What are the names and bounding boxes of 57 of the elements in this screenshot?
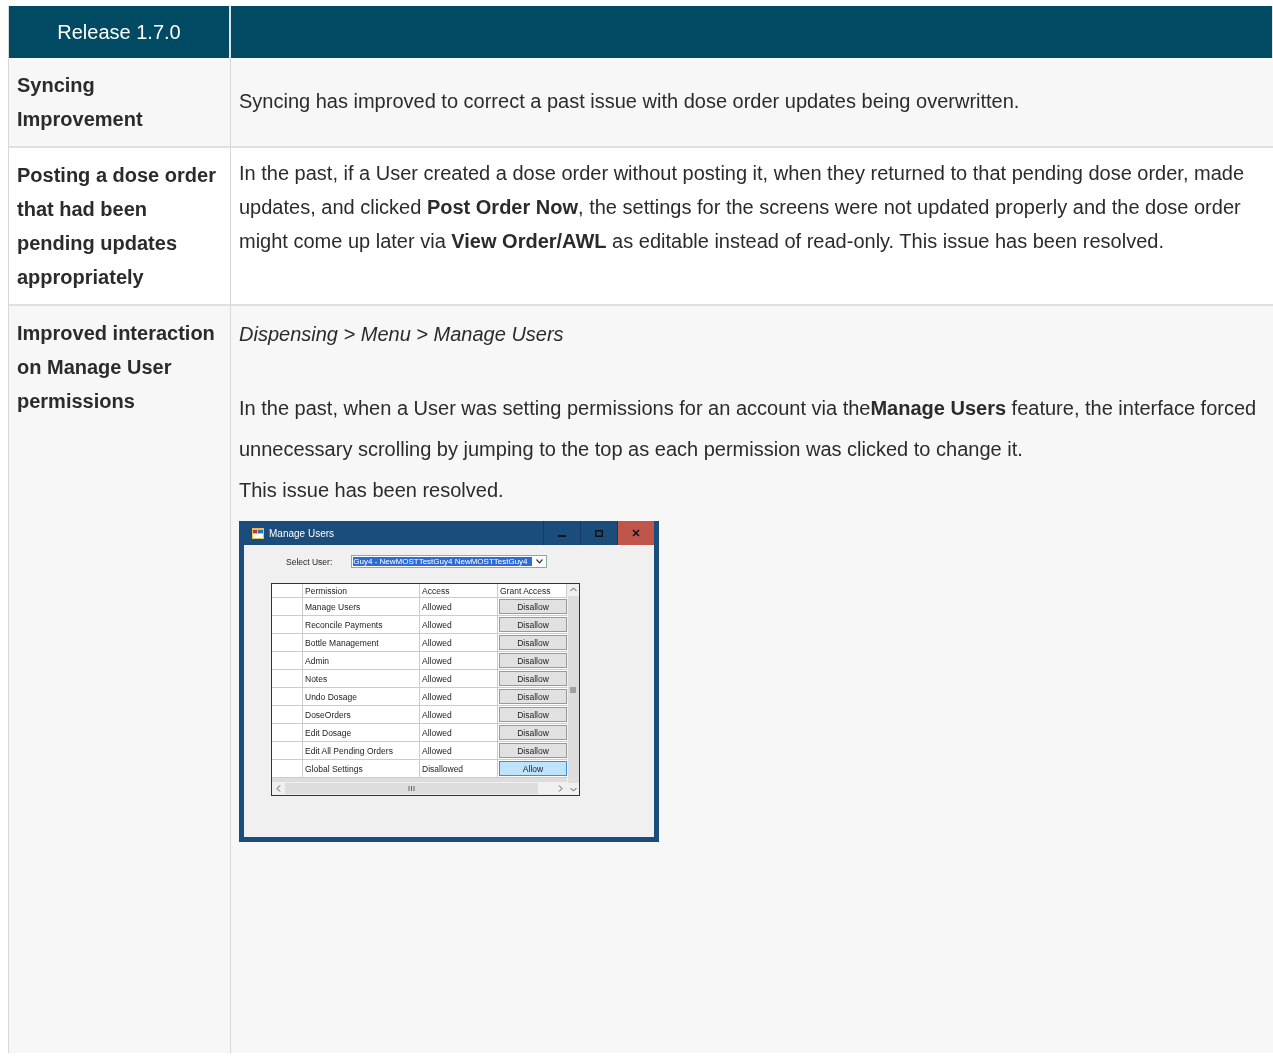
grant-button[interactable]: Disallow xyxy=(499,617,567,632)
column-header: Permission xyxy=(303,584,420,597)
access-value: Allowed xyxy=(420,688,498,705)
grip-icon xyxy=(408,786,415,791)
access-value: Allowed xyxy=(420,652,498,669)
grant-button[interactable]: Disallow xyxy=(499,635,567,650)
scroll-up-icon xyxy=(569,587,577,592)
access-value: Disallowed xyxy=(420,760,498,777)
access-value: Allowed xyxy=(420,742,498,759)
access-value: Allowed xyxy=(420,634,498,651)
release-title: Release 1.7.0 xyxy=(57,20,181,44)
feature-name: Improved interaction on Manage User permissions xyxy=(17,321,216,414)
scroll-right-icon xyxy=(558,785,563,792)
vertical-scrollbar[interactable] xyxy=(567,584,579,795)
feature-name: Posting a dose order that had been pending updates appropriately xyxy=(17,163,217,290)
user-dropdown[interactable]: Guy4 - NewMOSTTestGuy4 NewMOSTTestGuy4 xyxy=(351,555,548,568)
select-user-label: Select User: xyxy=(286,556,333,567)
grant-button[interactable]: Disallow xyxy=(499,743,567,758)
grip-icon xyxy=(570,686,576,693)
access-value: Allowed xyxy=(420,598,498,615)
scroll-down-icon xyxy=(569,787,577,792)
horizontal-scrollbar[interactable] xyxy=(272,782,567,795)
permission-name: Undo Dosage xyxy=(303,688,420,705)
description-text: In the past, if a User created a dose order without posting it, when they returned to that pending dose order, made updates, and clicked Post Order Now, the settings for the screens were not updated properly and the dose order might come up later via View Order/AWL as editable instead of read-only. This issue has been resolved. xyxy=(239,161,1246,254)
column-header: Access xyxy=(420,584,498,597)
grant-button[interactable]: Disallow xyxy=(499,653,567,668)
description-text: In the past, when a User was setting permissions for an account via theManage Users feature, the interface forced unnecessary scrolling by jumping to the top as each permission was clicked to change it. xyxy=(239,396,1258,462)
permission-name: Notes xyxy=(303,670,420,687)
description-text: This issue has been resolved. xyxy=(239,478,505,503)
feature-name: Syncing Improvement xyxy=(17,73,144,132)
grant-button[interactable]: Disallow xyxy=(499,599,567,614)
app-icon xyxy=(252,527,264,539)
chevron-down-icon xyxy=(536,559,544,564)
maximize-icon xyxy=(595,529,603,537)
access-value: Allowed xyxy=(420,670,498,687)
access-value: Allowed xyxy=(420,616,498,633)
grant-button[interactable]: Allow xyxy=(499,761,567,776)
grant-button[interactable]: Disallow xyxy=(499,689,567,704)
permission-name: Edit All Pending Orders xyxy=(303,742,420,759)
grant-button[interactable]: Disallow xyxy=(499,707,567,722)
menu-path: Dispensing > Menu > Manage Users xyxy=(239,322,565,347)
scroll-left-icon xyxy=(276,785,281,792)
window-title: Manage Users xyxy=(269,527,335,539)
permission-name: Reconcile Payments xyxy=(303,616,420,633)
permission-name: Bottle Management xyxy=(303,634,420,651)
description-text: Syncing has improved to correct a past issue with dose order updates being overwritten. xyxy=(239,89,1020,114)
permission-name: DoseOrders xyxy=(303,706,420,723)
grant-button[interactable]: Disallow xyxy=(499,671,567,686)
close-button[interactable] xyxy=(617,521,654,545)
close-icon xyxy=(632,529,640,537)
permission-name: Edit Dosage xyxy=(303,724,420,741)
access-value: Allowed xyxy=(420,706,498,723)
permission-name: Manage Users xyxy=(303,598,420,615)
permission-name: Global Settings xyxy=(303,760,420,777)
permission-name: Admin xyxy=(303,652,420,669)
grant-button[interactable]: Disallow xyxy=(499,725,567,740)
access-value: Allowed xyxy=(420,724,498,741)
